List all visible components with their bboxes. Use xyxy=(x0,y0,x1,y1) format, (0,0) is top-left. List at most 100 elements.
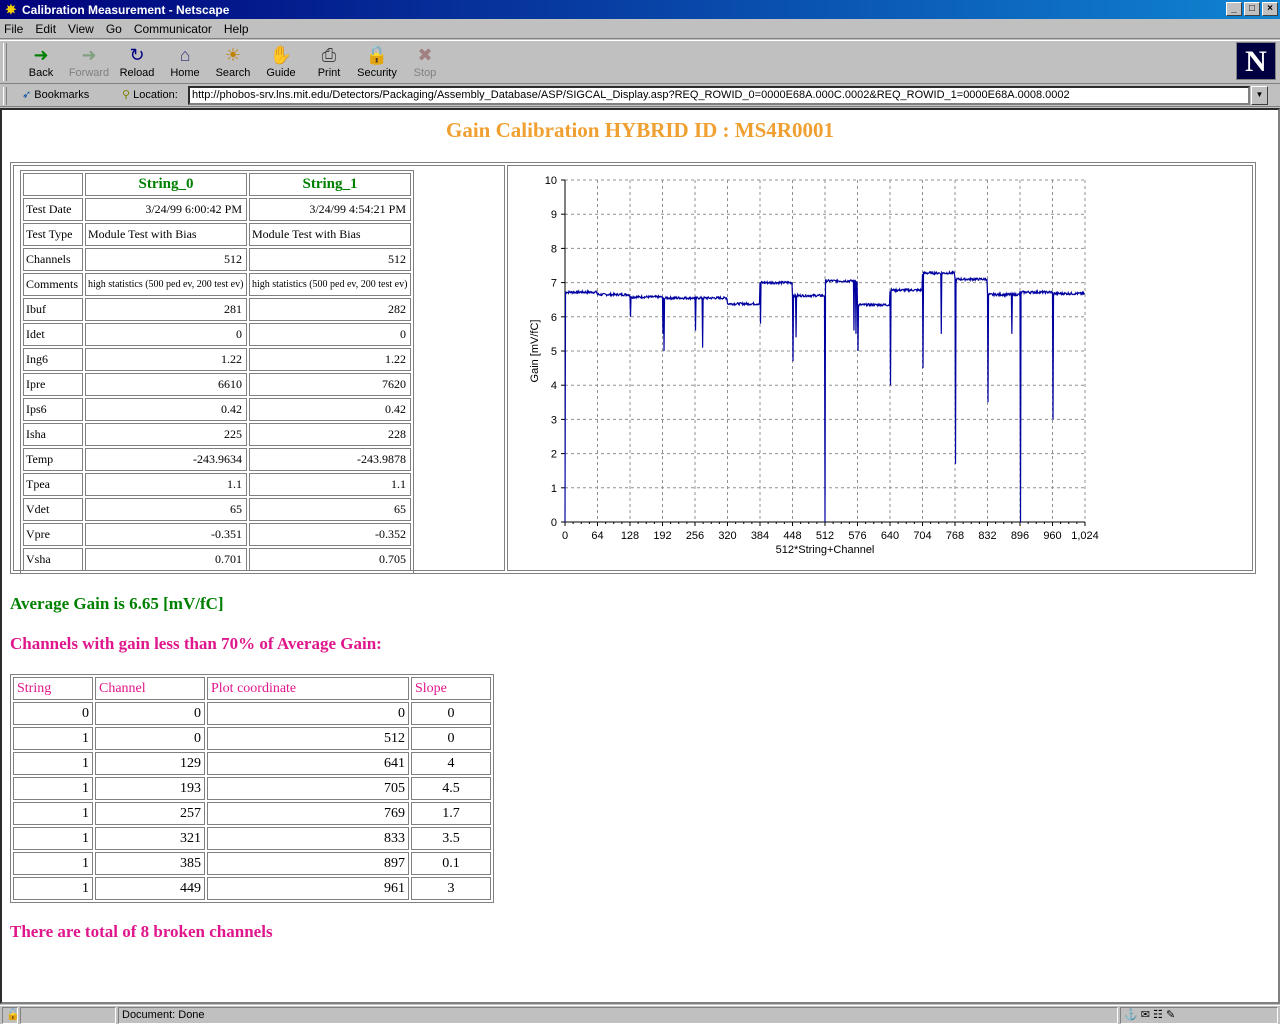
menu-go[interactable]: Go xyxy=(106,22,122,36)
info-row: Ibuf 281 282 xyxy=(23,298,411,321)
info-value-string0: 6610 xyxy=(85,373,247,396)
info-row: Comments high statistics (500 ped ev, 200… xyxy=(23,273,411,296)
print-icon: ⎙ xyxy=(321,45,337,65)
minimize-button[interactable]: _ xyxy=(1226,2,1242,16)
info-value-string1: -243.9878 xyxy=(249,448,411,471)
table-cell: 0 xyxy=(207,702,409,725)
page-content: Gain Calibration HYBRID ID : MS4R0001 St… xyxy=(0,108,1280,1004)
menu-view[interactable]: View xyxy=(68,22,94,36)
info-label: Ing6 xyxy=(23,348,83,371)
info-label: Test Date xyxy=(23,198,83,221)
info-row: Ipre 6610 7620 xyxy=(23,373,411,396)
reload-button[interactable]: ↻ Reload xyxy=(113,43,161,83)
guide-icon: ✋ xyxy=(269,45,293,65)
toolbar-label: Reload xyxy=(119,67,155,79)
x-tick-label: 960 xyxy=(1043,530,1061,542)
x-tick-label: 1,024 xyxy=(1071,530,1099,542)
search-icon: ☀ xyxy=(224,45,242,65)
print-button[interactable]: ⎙ Print xyxy=(305,43,353,83)
home-button[interactable]: ⌂ Home xyxy=(161,43,209,83)
x-tick-label: 256 xyxy=(686,530,704,542)
table-cell: 449 xyxy=(95,877,205,900)
back-button[interactable]: ➜ Back xyxy=(17,43,65,83)
info-label: Comments xyxy=(23,273,83,296)
info-label: Ips6 xyxy=(23,398,83,421)
gain-chart: 0 1 2 3 4 5 6 7 8 9 10 0 64 128 192 256 320 384 448 512 576 6… xyxy=(529,175,1099,556)
menu-help[interactable]: Help xyxy=(224,22,249,36)
stop-icon: ✖ xyxy=(417,45,433,65)
table-cell: 0 xyxy=(411,727,491,750)
y-tick-label: 3 xyxy=(551,414,557,426)
table-cell: 0 xyxy=(95,702,205,725)
info-label: Vdet xyxy=(23,498,83,521)
info-value-string0: high statistics (500 ped ev, 200 test ev… xyxy=(85,273,247,296)
toolbar-label: Search xyxy=(215,67,251,79)
info-label: Temp xyxy=(23,448,83,471)
guide-button[interactable]: ✋ Guide xyxy=(257,43,305,83)
table-cell: 1 xyxy=(13,752,93,775)
toolbar-label: Home xyxy=(170,67,200,79)
back-arrow-icon: ➜ xyxy=(33,45,49,65)
menu-communicator[interactable]: Communicator xyxy=(134,22,212,36)
x-tick-label: 704 xyxy=(913,530,931,542)
table-cell: 0.1 xyxy=(411,852,491,875)
window-title-bar: ✵ Calibration Measurement - Netscape _ □… xyxy=(0,0,1280,19)
table-cell: 833 xyxy=(207,827,409,850)
table-cell: 641 xyxy=(207,752,409,775)
info-value-string0: 0.701 xyxy=(85,548,247,571)
page-proxy-icon[interactable]: ⚲ xyxy=(122,89,130,101)
security-status-icon[interactable]: 🔓 xyxy=(2,1007,20,1024)
menu-edit[interactable]: Edit xyxy=(35,22,56,36)
info-label: Idet xyxy=(23,323,83,346)
info-row: Vdet 65 65 xyxy=(23,498,411,521)
window-controls: _ □ × xyxy=(1226,2,1278,16)
table-cell: 4.5 xyxy=(411,777,491,800)
low-gain-col-header: String xyxy=(13,677,93,700)
security-button[interactable]: 🔒 Security xyxy=(353,43,401,83)
y-tick-label: 5 xyxy=(551,346,557,358)
table-row: 1 321 833 3.5 xyxy=(13,827,491,850)
table-row: 1 193 705 4.5 xyxy=(13,777,491,800)
x-axis-label: 512*String+Channel xyxy=(776,544,875,556)
gain-series-line xyxy=(564,270,1086,523)
x-tick-label: 320 xyxy=(718,530,736,542)
info-value-string1: 512 xyxy=(249,248,411,271)
maximize-button[interactable]: □ xyxy=(1244,2,1260,16)
info-value-string0: -0.351 xyxy=(85,523,247,546)
info-value-string1: 7620 xyxy=(249,373,411,396)
discussion-icon[interactable]: ☷ xyxy=(1153,1009,1163,1021)
navigator-icon[interactable]: ⚓ xyxy=(1124,1009,1138,1021)
location-url-input[interactable]: http://phobos-srv.lns.mit.edu/Detectors/… xyxy=(188,86,1250,105)
info-row: Channels 512 512 xyxy=(23,248,411,271)
forward-button[interactable]: ➜ Forward xyxy=(65,43,113,83)
status-text: Document: Done xyxy=(118,1007,1118,1024)
mail-icon[interactable]: ✉ xyxy=(1141,1009,1150,1021)
table-cell: 961 xyxy=(207,877,409,900)
close-button[interactable]: × xyxy=(1262,2,1278,16)
calibration-layout-table: String_0 String_1 Test Date 3/24/99 6:00:42… xyxy=(10,162,1256,574)
composer-icon[interactable]: ✎ xyxy=(1166,1009,1175,1021)
x-tick-label: 576 xyxy=(848,530,866,542)
x-tick-label: 192 xyxy=(653,530,671,542)
table-row: 1 129 641 4 xyxy=(13,752,491,775)
info-value-string1: 282 xyxy=(249,298,411,321)
home-icon: ⌂ xyxy=(179,45,191,65)
search-button[interactable]: ☀ Search xyxy=(209,43,257,83)
info-value-string1: Module Test with Bias xyxy=(249,223,411,246)
toolbar-grip[interactable] xyxy=(3,43,7,81)
netscape-logo[interactable]: N xyxy=(1236,42,1276,80)
stop-button[interactable]: ✖ Stop xyxy=(401,43,449,83)
x-tick-label: 64 xyxy=(591,530,603,542)
table-row: 1 385 897 0.1 xyxy=(13,852,491,875)
lock-icon: 🔒 xyxy=(365,45,389,65)
location-label-wrap: ⚲ Location: xyxy=(122,88,178,101)
menu-file[interactable]: File xyxy=(4,22,23,36)
location-dropdown-icon[interactable]: ▼ xyxy=(1251,86,1268,105)
table-cell: 4 xyxy=(411,752,491,775)
page-title: Gain Calibration HYBRID ID : MS4R0001 xyxy=(446,118,834,142)
location-grip[interactable] xyxy=(3,87,7,105)
bookmarks-button[interactable]: ➶ Bookmarks xyxy=(22,88,89,101)
info-row: Test Type Module Test with Bias Module Tes… xyxy=(23,223,411,246)
table-cell: 1.7 xyxy=(411,802,491,825)
x-tick-label: 768 xyxy=(946,530,964,542)
